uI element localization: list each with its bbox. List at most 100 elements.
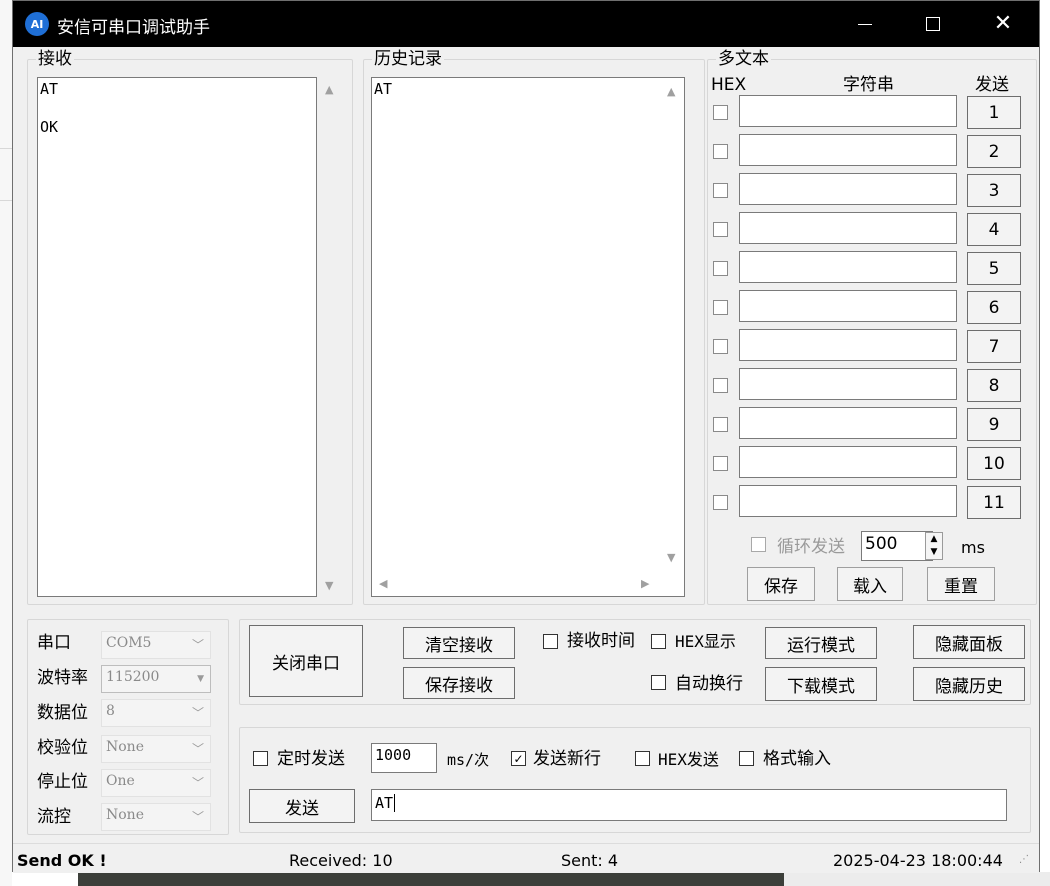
title-bar[interactable]: AI 安信可串口调试助手 ✕: [13, 1, 1039, 47]
scroll-right-icon[interactable]: ▶: [641, 577, 649, 590]
auto-newline-checkbox[interactable]: [651, 675, 666, 690]
send-newline-checkbox[interactable]: ✓: [511, 751, 526, 766]
multitext-hex-checkbox[interactable]: [713, 105, 728, 120]
hide-panel-button[interactable]: 隐藏面板: [913, 625, 1025, 659]
maximize-icon: [926, 17, 940, 31]
scroll-up-icon[interactable]: ▲: [667, 85, 675, 98]
multitext-send-button-2[interactable]: 2: [967, 135, 1021, 168]
multitext-send-button-5[interactable]: 5: [967, 252, 1021, 285]
timed-interval-input[interactable]: 1000: [371, 743, 437, 773]
close-button[interactable]: ✕: [969, 1, 1037, 47]
history-list[interactable]: AT: [371, 77, 685, 597]
receive-textarea[interactable]: AT OK: [37, 77, 317, 597]
multitext-send-button-10[interactable]: 10: [967, 447, 1021, 480]
multitext-string-input[interactable]: [739, 173, 957, 205]
multitext-string-input[interactable]: [739, 329, 957, 361]
port-label: 串口: [37, 633, 71, 653]
parity-select[interactable]: None ﹀: [101, 735, 211, 763]
multitext-hex-checkbox[interactable]: [713, 339, 728, 354]
loop-interval-input[interactable]: 500: [861, 531, 933, 561]
receive-group-label: 接收: [36, 49, 74, 69]
multitext-hex-checkbox[interactable]: [713, 378, 728, 393]
multitext-string-input[interactable]: [739, 446, 957, 478]
multitext-hex-checkbox[interactable]: [713, 144, 728, 159]
port-value: COM5: [106, 635, 152, 651]
history-group-label: 历史记录: [372, 49, 444, 69]
background-divider: [0, 200, 12, 201]
receive-time-checkbox[interactable]: [543, 634, 558, 649]
sent-count: Sent: 4: [561, 851, 619, 870]
run-mode-button[interactable]: 运行模式: [765, 627, 877, 659]
scroll-left-icon[interactable]: ◀: [379, 577, 387, 590]
multitext-hex-checkbox[interactable]: [713, 183, 728, 198]
multitext-send-button-7[interactable]: 7: [967, 330, 1021, 363]
scroll-down-icon[interactable]: ▼: [667, 551, 675, 564]
multitext-string-input[interactable]: [739, 290, 957, 322]
timed-interval-unit: ms/次: [447, 751, 490, 769]
baud-value: 115200: [106, 669, 160, 685]
window-title: 安信可串口调试助手: [57, 18, 210, 38]
clear-receive-button[interactable]: 清空接收: [403, 627, 515, 659]
chevron-down-icon: ▼: [197, 674, 204, 684]
port-select[interactable]: COM5 ﹀: [101, 631, 211, 659]
multitext-send-button-8[interactable]: 8: [967, 369, 1021, 402]
multitext-hex-checkbox[interactable]: [713, 261, 728, 276]
hex-send-label: HEX发送: [658, 750, 719, 769]
multitext-string-input[interactable]: [739, 368, 957, 400]
multitext-send-button-3[interactable]: 3: [967, 174, 1021, 207]
databits-label: 数据位: [37, 703, 88, 723]
multitext-send-button-11[interactable]: 11: [967, 486, 1021, 519]
send-button[interactable]: 发送: [249, 789, 355, 823]
format-input-checkbox[interactable]: [739, 751, 754, 766]
save-receive-button[interactable]: 保存接收: [403, 667, 515, 699]
multitext-save-button[interactable]: 保存: [747, 567, 815, 601]
loop-interval-unit: ms: [961, 538, 985, 557]
multitext-string-input[interactable]: [739, 134, 957, 166]
multitext-group-label: 多文本: [716, 49, 771, 69]
multitext-string-input[interactable]: [739, 95, 957, 127]
multitext-load-button[interactable]: 载入: [837, 567, 903, 601]
close-port-button[interactable]: 关闭串口: [249, 625, 363, 697]
timed-send-checkbox[interactable]: [253, 751, 268, 766]
status-datetime: 2025-04-23 18:00:44: [833, 851, 1003, 870]
multitext-hex-checkbox[interactable]: [713, 495, 728, 510]
multitext-hex-checkbox[interactable]: [713, 222, 728, 237]
multitext-hex-checkbox[interactable]: [713, 417, 728, 432]
multitext-string-input[interactable]: [739, 485, 957, 517]
interval-spinner[interactable]: ▲ ▼: [925, 532, 943, 560]
multitext-hex-checkbox[interactable]: [713, 456, 728, 471]
stopbits-select[interactable]: One ﹀: [101, 769, 211, 797]
multitext-string-input[interactable]: [739, 212, 957, 244]
multitext-send-button-1[interactable]: 1: [967, 96, 1021, 129]
minimize-button[interactable]: [831, 1, 899, 47]
loop-send-checkbox[interactable]: [751, 537, 766, 552]
hide-history-button[interactable]: 隐藏历史: [913, 667, 1025, 701]
maximize-button[interactable]: [899, 1, 967, 47]
hex-send-checkbox[interactable]: [635, 751, 650, 766]
databits-select[interactable]: 8 ﹀: [101, 699, 211, 727]
multitext-string-input[interactable]: [739, 251, 957, 283]
chevron-down-icon: ﹀: [191, 706, 204, 720]
background-divider: [0, 148, 12, 149]
multitext-send-button-4[interactable]: 4: [967, 213, 1021, 246]
send-text-input[interactable]: AT: [371, 789, 1007, 821]
format-input-label: 格式输入: [763, 749, 831, 769]
resize-grip-icon[interactable]: ⋰: [1019, 854, 1029, 865]
multitext-string-input[interactable]: [739, 407, 957, 439]
chevron-down-icon: ﹀: [191, 776, 204, 790]
multitext-reset-button[interactable]: 重置: [927, 567, 995, 601]
multitext-send-button-9[interactable]: 9: [967, 408, 1021, 441]
baud-select[interactable]: 115200 ▼: [101, 665, 211, 693]
send-column-header: 发送: [975, 75, 1009, 95]
scroll-down-icon[interactable]: ▼: [325, 579, 333, 592]
string-column-header: 字符串: [843, 75, 894, 95]
close-icon: ✕: [993, 11, 1013, 36]
hex-display-checkbox[interactable]: [651, 634, 666, 649]
scroll-up-icon[interactable]: ▲: [325, 83, 333, 96]
stopbits-value: One: [106, 773, 135, 789]
text-cursor: [394, 794, 396, 812]
multitext-send-button-6[interactable]: 6: [967, 291, 1021, 324]
multitext-hex-checkbox[interactable]: [713, 300, 728, 315]
flow-select[interactable]: None ﹀: [101, 803, 211, 831]
download-mode-button[interactable]: 下载模式: [765, 667, 877, 701]
